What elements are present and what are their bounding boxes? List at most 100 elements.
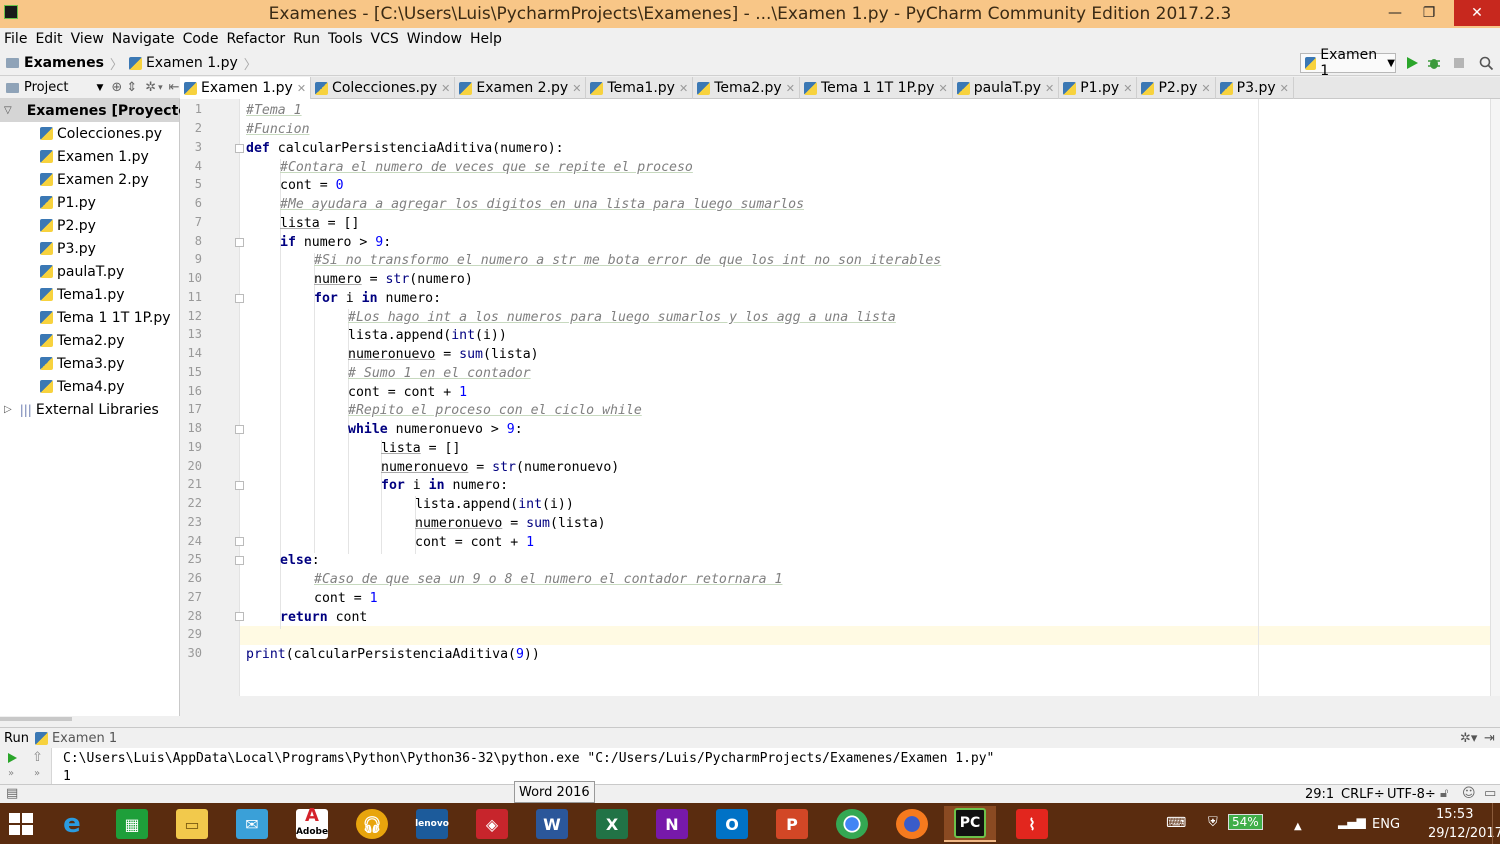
chevron-down-icon[interactable]: ▼ bbox=[96, 83, 103, 93]
word-icon[interactable]: W bbox=[526, 806, 578, 842]
target-icon[interactable]: ⊕ bbox=[111, 80, 122, 95]
fold-marker-icon[interactable] bbox=[235, 425, 244, 434]
tree-item[interactable]: Tema3.py bbox=[40, 352, 125, 375]
chevron-up-icon[interactable]: ▲ bbox=[1294, 821, 1302, 832]
tree-root-examenes[interactable]: ▽ Examenes [Proyecto 1 bbox=[0, 99, 203, 122]
expand-icon[interactable]: » bbox=[8, 768, 14, 779]
pycharm-taskbar-icon[interactable]: PC bbox=[944, 806, 996, 842]
close-icon[interactable]: ✕ bbox=[679, 82, 688, 95]
run-icon[interactable] bbox=[1404, 55, 1420, 71]
menu-help[interactable]: Help bbox=[466, 31, 506, 47]
fold-marker-icon[interactable] bbox=[235, 238, 244, 247]
headphones-icon[interactable]: 🎧︎ bbox=[346, 806, 398, 842]
event-log-icon[interactable]: ▭ bbox=[1484, 786, 1496, 801]
tree-item[interactable]: P2.py bbox=[40, 214, 96, 237]
wifi-icon[interactable]: ▂▄▆ bbox=[1338, 815, 1366, 829]
gear-icon[interactable]: ✲ bbox=[145, 80, 156, 95]
chevron-down-icon[interactable]: ▽ bbox=[4, 105, 12, 116]
close-icon[interactable]: ✕ bbox=[1280, 82, 1289, 95]
gear-icon[interactable]: ✲▾ bbox=[1460, 731, 1477, 746]
powerpoint-icon[interactable]: P bbox=[766, 806, 818, 842]
input-language[interactable]: ENG bbox=[1372, 817, 1400, 832]
tab-tema2[interactable]: Tema2.py ✕ bbox=[693, 77, 800, 99]
tab-p2[interactable]: P2.py ✕ bbox=[1137, 77, 1216, 99]
caret-position[interactable]: 29:1 bbox=[1305, 787, 1334, 802]
menu-view[interactable]: View bbox=[67, 31, 108, 47]
run-tab[interactable]: Examen 1 bbox=[52, 731, 117, 746]
menu-code[interactable]: Code bbox=[179, 31, 223, 47]
outlook-icon[interactable]: O bbox=[706, 806, 758, 842]
shield-icon[interactable]: ⛨ bbox=[1208, 815, 1218, 830]
scroll-end-icon[interactable]: » bbox=[34, 768, 40, 779]
close-icon[interactable]: ✕ bbox=[1201, 82, 1210, 95]
tree-item[interactable]: P3.py bbox=[40, 237, 96, 260]
fold-marker-icon[interactable] bbox=[235, 481, 244, 490]
close-icon[interactable]: ✕ bbox=[1045, 82, 1054, 95]
lenovo-icon[interactable]: lenovo bbox=[406, 806, 458, 842]
collapse-icon[interactable]: ⇕ bbox=[126, 80, 137, 95]
tree-item[interactable]: Tema 1 1T 1P.py bbox=[40, 306, 171, 329]
tree-item-external-libraries[interactable]: ▷ ||| External Libraries bbox=[0, 398, 159, 421]
fold-marker-icon[interactable] bbox=[235, 612, 244, 621]
debug-icon[interactable] bbox=[1426, 55, 1442, 71]
store-icon[interactable]: ▦ bbox=[106, 806, 158, 842]
adobe-reader-icon[interactable]: ⌇ bbox=[1006, 806, 1058, 842]
close-button[interactable]: ✕ bbox=[1454, 0, 1500, 26]
battery-indicator[interactable]: 54% bbox=[1228, 814, 1263, 830]
rerun-icon[interactable] bbox=[6, 752, 18, 764]
tab-paulat[interactable]: paulaT.py ✕ bbox=[953, 77, 1060, 99]
run-console[interactable]: ⇧ » » C:\Users\Luis\AppData\Local\Progra… bbox=[0, 748, 1500, 784]
tree-item[interactable]: Examen 1.py bbox=[40, 145, 149, 168]
keyboard-icon[interactable]: ⌨ bbox=[1166, 815, 1186, 831]
tree-item[interactable]: Colecciones.py bbox=[40, 122, 162, 145]
tree-item[interactable]: paulaT.py bbox=[40, 260, 124, 283]
menu-edit[interactable]: Edit bbox=[31, 31, 66, 47]
excel-icon[interactable]: X bbox=[586, 806, 638, 842]
maximize-button[interactable]: ❐ bbox=[1412, 0, 1446, 26]
lock-icon[interactable]: 🔓︎ bbox=[1440, 786, 1448, 801]
tab-p1[interactable]: P1.py ✕ bbox=[1059, 77, 1138, 99]
file-explorer-icon[interactable]: ▭ bbox=[166, 806, 218, 842]
breadcrumb-file[interactable]: Examen 1.py bbox=[128, 55, 238, 71]
tree-item[interactable]: Tema2.py bbox=[40, 329, 125, 352]
tree-item[interactable]: Examen 2.py bbox=[40, 168, 149, 191]
breadcrumb-project[interactable]: Examenes bbox=[6, 55, 104, 71]
firefox-icon[interactable] bbox=[886, 806, 938, 842]
chevron-down-icon[interactable]: ▾ bbox=[158, 83, 163, 93]
run-configuration-select[interactable]: Examen 1 ▼ bbox=[1300, 47, 1396, 79]
mail-icon[interactable]: ✉ bbox=[226, 806, 278, 842]
close-icon[interactable]: ✕ bbox=[786, 82, 795, 95]
search-icon[interactable] bbox=[1478, 55, 1494, 71]
tab-tema1[interactable]: Tema1.py ✕ bbox=[586, 77, 694, 99]
code-editor[interactable]: 1 2 3 4 5 6 7 8 9 10 11 12 13 14 15 16 1… bbox=[180, 99, 1490, 696]
up-arrow-icon[interactable]: ⇧ bbox=[32, 750, 43, 765]
inspector-icon[interactable]: ☺ bbox=[1462, 786, 1476, 801]
stop-icon[interactable] bbox=[1451, 55, 1467, 71]
menu-file[interactable]: File bbox=[0, 31, 31, 47]
internet-explorer-icon[interactable]: e bbox=[46, 806, 98, 842]
error-stripe[interactable] bbox=[1490, 99, 1500, 696]
close-icon[interactable]: ✕ bbox=[938, 82, 947, 95]
project-view-select[interactable]: Project bbox=[24, 80, 68, 95]
toggle-tool-windows-icon[interactable]: ▤ bbox=[6, 786, 18, 801]
fold-marker-icon[interactable] bbox=[235, 537, 244, 546]
menu-navigate[interactable]: Navigate bbox=[108, 31, 179, 47]
fold-marker-icon[interactable] bbox=[235, 294, 244, 303]
3d-builder-icon[interactable]: ◈ bbox=[466, 806, 518, 842]
tree-item[interactable]: P1.py bbox=[40, 191, 96, 214]
clock-time[interactable]: 15:53 bbox=[1436, 807, 1473, 822]
clock-date[interactable]: 29/12/2017 bbox=[1428, 826, 1500, 841]
close-icon[interactable]: ✕ bbox=[572, 82, 581, 95]
menu-run[interactable]: Run bbox=[289, 31, 324, 47]
chevron-right-icon[interactable]: ▷ bbox=[4, 404, 12, 415]
minimize-button[interactable]: — bbox=[1378, 0, 1412, 26]
menu-window[interactable]: Window bbox=[403, 31, 466, 47]
hide-panel-icon[interactable]: ⇥ bbox=[1484, 731, 1495, 746]
menu-vcs[interactable]: VCS bbox=[367, 31, 403, 47]
tab-tema-1-1t-1p[interactable]: Tema 1 1T 1P.py ✕ bbox=[800, 77, 953, 99]
tab-colecciones[interactable]: Colecciones.py ✕ bbox=[311, 77, 456, 99]
hide-panel-icon[interactable]: ⇤ bbox=[169, 80, 180, 95]
close-icon[interactable]: ✕ bbox=[441, 82, 450, 95]
close-icon[interactable]: ✕ bbox=[297, 82, 306, 95]
line-separator[interactable]: CRLF÷ bbox=[1341, 787, 1385, 802]
